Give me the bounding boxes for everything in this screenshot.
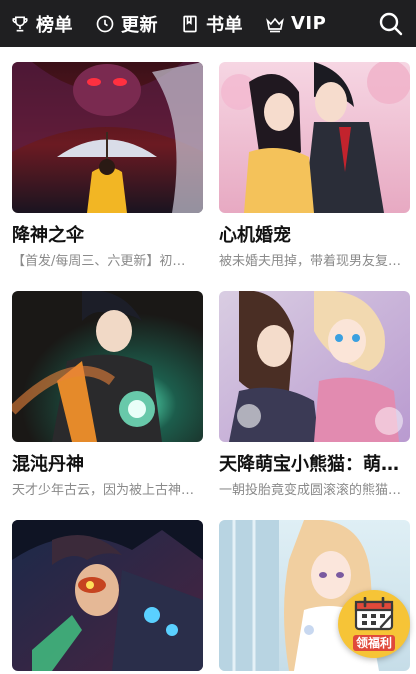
trophy-icon xyxy=(12,16,28,31)
nav-item-label: 更新 xyxy=(121,14,158,36)
search-button[interactable] xyxy=(378,11,404,37)
calendar-icon xyxy=(354,597,394,631)
nav-item-ranking[interactable]: 榜单 xyxy=(10,11,73,37)
comic-cover[interactable] xyxy=(12,291,203,442)
search-icon xyxy=(379,12,403,36)
comic-cover[interactable] xyxy=(219,62,410,213)
comic-cover[interactable] xyxy=(12,520,203,671)
nav-item-label: 榜单 xyxy=(36,14,73,36)
comic-cover[interactable] xyxy=(12,62,203,213)
comic-card[interactable] xyxy=(12,520,203,671)
book-icon xyxy=(183,15,197,32)
crown-icon xyxy=(266,17,284,32)
comic-card[interactable]: 混沌丹神 天才少年古云，因为被上古神… xyxy=(12,291,203,499)
comic-title: 混沌丹神 xyxy=(12,454,84,475)
comic-description: 【首发/每周三、六更新】初… xyxy=(12,254,186,269)
welfare-label: 领福利 xyxy=(338,634,410,651)
welfare-button[interactable]: 领福利 xyxy=(338,590,410,658)
clock-icon xyxy=(96,15,114,32)
nav-item-label: 书单 xyxy=(206,14,243,36)
nav-item-vip[interactable]: VIP xyxy=(265,13,326,34)
comic-description: 天才少年古云，因为被上古神… xyxy=(12,483,195,498)
comic-title: 心机婚宠 xyxy=(219,225,291,246)
comic-description: 被未婚夫甩掉，带着现男友复… xyxy=(219,254,402,269)
top-nav-bar: 榜单 更新 书单 VIP xyxy=(0,0,416,47)
comic-card[interactable]: 心机婚宠 被未婚夫甩掉，带着现男友复… xyxy=(219,62,410,270)
comic-title: 降神之伞 xyxy=(12,225,84,246)
comic-title: 天降萌宝小熊猫：萌… xyxy=(219,454,399,475)
comic-card[interactable]: 天降萌宝小熊猫：萌… 一朝投胎竟变成圆滚滚的熊猫… xyxy=(219,291,410,499)
nav-item-label: VIP xyxy=(291,13,327,34)
nav-item-booklist[interactable]: 书单 xyxy=(180,11,243,37)
comic-cover[interactable] xyxy=(219,291,410,442)
comic-description: 一朝投胎竟变成圆滚滚的熊猫… xyxy=(219,483,402,498)
comic-card[interactable]: 降神之伞 【首发/每周三、六更新】初… xyxy=(12,62,203,270)
nav-item-updates[interactable]: 更新 xyxy=(95,11,158,37)
